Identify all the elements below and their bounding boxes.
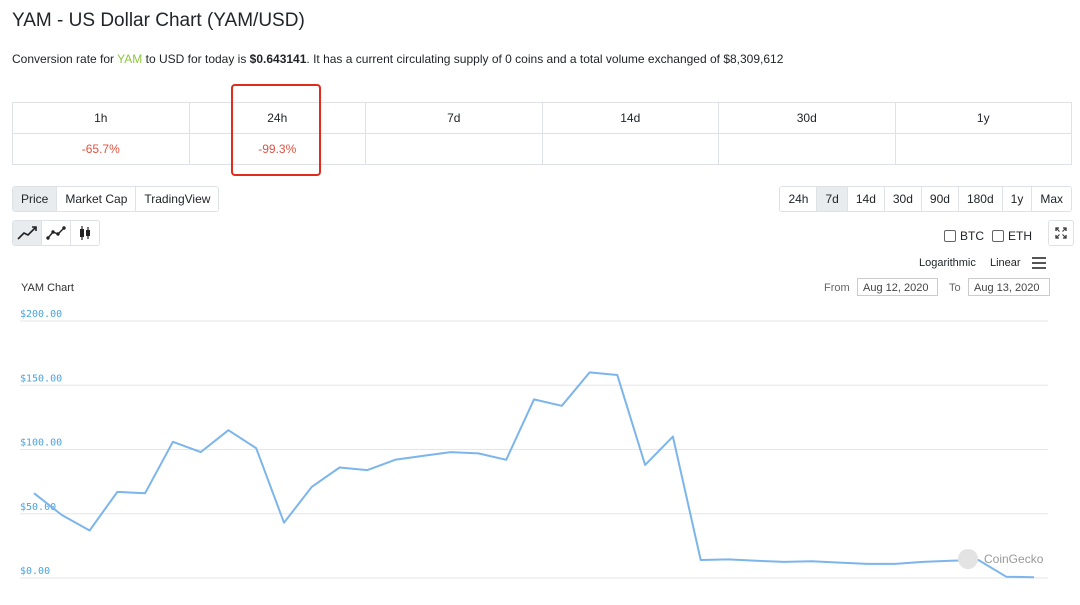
range-max-button[interactable]: Max [1032, 187, 1071, 211]
coin-link[interactable]: YAM [117, 52, 142, 66]
line-chart-icon[interactable] [13, 221, 42, 245]
price-change-table: 1h 24h 7d 14d 30d 1y -65.7% -99.3% [12, 102, 1072, 165]
line-points-icon[interactable] [42, 221, 71, 245]
summary-suffix: . It has a current circulating supply of… [306, 52, 784, 66]
y-tick-label: $150.00 [20, 373, 62, 384]
change-value [541, 133, 719, 165]
watermark-text: CoinGecko [984, 552, 1044, 566]
change-value-row: -65.7% -99.3% [12, 133, 1072, 165]
page-title: YAM - US Dollar Chart (YAM/USD) [12, 10, 305, 31]
menu-icon[interactable] [1032, 257, 1046, 269]
change-header: 30d [718, 102, 896, 134]
range-14d-button[interactable]: 14d [847, 187, 885, 211]
tab-tradingview[interactable]: TradingView [136, 187, 219, 211]
to-date-input[interactable]: Aug 13, 2020 [968, 278, 1050, 296]
from-label: From [824, 282, 850, 294]
fullscreen-button[interactable] [1048, 220, 1074, 246]
expand-icon [1055, 227, 1067, 239]
summary-prefix: Conversion rate for [12, 52, 118, 66]
price-chart: $200.00$150.00$100.00$50.00$0.00 [20, 309, 1048, 579]
change-value [718, 133, 896, 165]
compare-btc-label: BTC [960, 229, 984, 243]
chart-type-tabs: Price Market Cap TradingView [12, 186, 220, 212]
change-header-row: 1h 24h 7d 14d 30d 1y [12, 102, 1072, 134]
chart-style-toolbar [12, 220, 100, 246]
change-value [894, 133, 1072, 165]
logarithmic-scale-button[interactable]: Logarithmic [919, 257, 976, 269]
change-header: 1y [894, 102, 1072, 134]
highlight-annotation-box [231, 84, 321, 176]
change-value: -65.7% [12, 133, 190, 165]
range-24h-button[interactable]: 24h [780, 187, 818, 211]
coingecko-watermark: CoinGecko [958, 549, 1043, 569]
candlestick-icon[interactable] [71, 221, 99, 245]
range-180d-button[interactable]: 180d [958, 187, 1003, 211]
y-tick-label: $200.00 [20, 309, 62, 320]
summary-middle: to USD for today is [142, 52, 250, 66]
checkbox-icon[interactable] [992, 230, 1004, 242]
tab-market-cap[interactable]: Market Cap [57, 187, 137, 211]
conversion-rate: $0.643141 [249, 52, 307, 66]
coingecko-logo-icon [958, 549, 978, 569]
price-series-line [33, 371, 1035, 579]
to-label: To [949, 282, 961, 294]
change-value [365, 133, 543, 165]
tab-price[interactable]: Price [13, 187, 58, 211]
time-range-buttons: 24h 7d 14d 30d 90d 180d 1y Max [779, 186, 1072, 212]
compare-eth-label: ETH [1008, 229, 1032, 243]
y-tick-label: $0.00 [20, 566, 50, 577]
range-1y-button[interactable]: 1y [1002, 187, 1033, 211]
change-header: 7d [365, 102, 543, 134]
change-header: 1h [12, 102, 190, 134]
range-90d-button[interactable]: 90d [921, 187, 959, 211]
y-tick-label: $100.00 [20, 438, 62, 449]
compare-btc-checkbox[interactable]: BTC [944, 229, 984, 243]
conversion-summary: Conversion rate for YAM to USD for today… [12, 52, 783, 66]
change-header: 14d [541, 102, 719, 134]
linear-scale-button[interactable]: Linear [990, 257, 1021, 269]
range-7d-button[interactable]: 7d [817, 187, 848, 211]
from-date-input[interactable]: Aug 12, 2020 [857, 278, 938, 296]
chart-title: YAM Chart [21, 282, 74, 294]
compare-eth-checkbox[interactable]: ETH [992, 229, 1032, 243]
checkbox-icon[interactable] [944, 230, 956, 242]
range-30d-button[interactable]: 30d [884, 187, 922, 211]
